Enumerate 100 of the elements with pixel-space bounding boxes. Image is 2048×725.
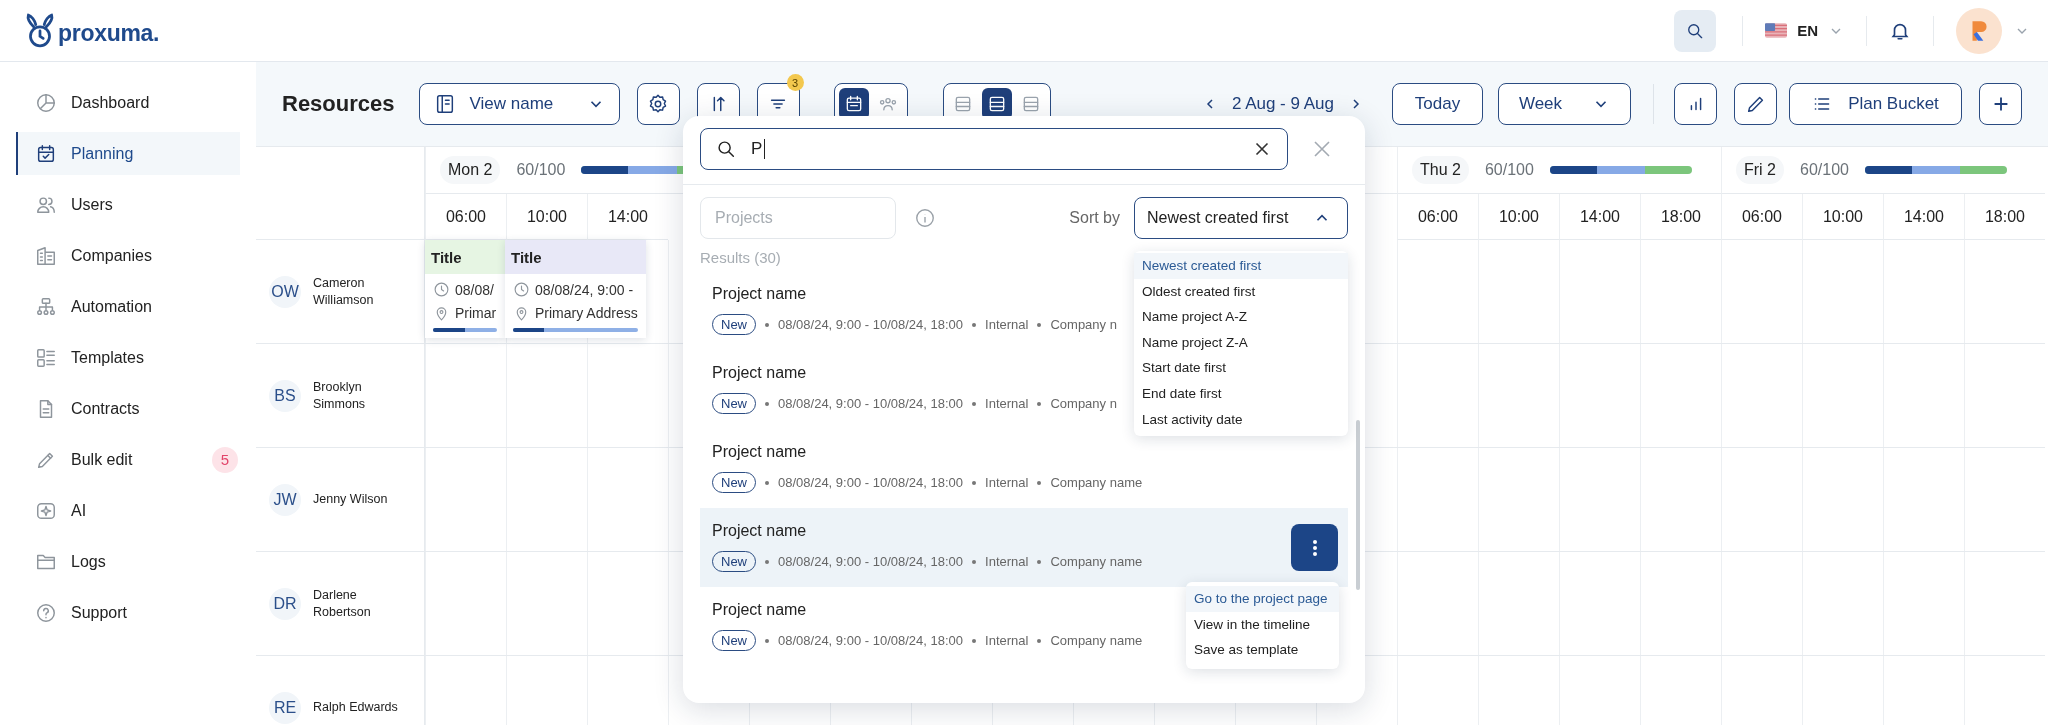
sidebar-item[interactable]: Companies [16, 234, 240, 277]
view-selector[interactable]: View name [418, 83, 620, 125]
search-icon [715, 138, 737, 160]
hour-cell: 14:00 [1559, 194, 1640, 240]
scope-field[interactable]: Projects [700, 197, 896, 239]
sort-select[interactable]: Newest created first [1134, 197, 1348, 239]
event-time: 08/08/24, 9:00 - [535, 281, 634, 298]
date-range: 08/08/24, 9:00 - 10/08/24, 18:00 [778, 317, 964, 332]
project-type: Internal [985, 317, 1029, 332]
date-range: 08/08/24, 9:00 - 10/08/24, 18:00 [778, 396, 964, 411]
project-name: Project name [712, 443, 807, 460]
dropdown-option[interactable]: Start date first [1134, 355, 1348, 381]
sidebar-item[interactable]: Templates [16, 336, 240, 379]
pie-chart-icon [35, 91, 57, 114]
resource-name: Cameron Williamson [313, 274, 375, 309]
chart-button[interactable] [1674, 83, 1717, 125]
progress-bar [433, 328, 497, 332]
event-time: 08/08/ [455, 281, 494, 298]
sidebar-item[interactable]: Logs [16, 540, 240, 583]
dropdown-option[interactable]: Name project Z-A [1134, 329, 1348, 356]
plan-bucket-button[interactable]: Plan Bucket [1789, 83, 1962, 125]
more-icon [1312, 539, 1317, 556]
project-name: Project name [712, 601, 807, 618]
sidebar-item[interactable]: Dashboard [16, 81, 240, 124]
project-type: Internal [985, 633, 1029, 648]
sidebar-item[interactable]: Users [16, 183, 240, 226]
sidebar-item[interactable]: Automation [16, 285, 240, 328]
event-card[interactable]: Title 08/08/24, 9:00 - Primary Address [505, 240, 646, 338]
avatar[interactable] [1956, 7, 2002, 54]
company-name: Company name [1050, 475, 1143, 490]
hour-cell: 06:00 [1721, 194, 1802, 240]
calendar-check-icon [35, 142, 57, 165]
edit-button[interactable] [1734, 83, 1777, 125]
sort-label: Sort by [1069, 209, 1120, 227]
layout-list-icon [35, 346, 57, 369]
hierarchy-icon [35, 295, 57, 318]
dropdown-option[interactable]: Oldest created first [1134, 278, 1348, 305]
date-range: 08/08/24, 9:00 - 10/08/24, 18:00 [778, 633, 964, 648]
dropdown-option[interactable]: End date first [1134, 380, 1348, 407]
day-label: Thu 2 [1412, 156, 1469, 184]
search-button[interactable] [1674, 9, 1717, 52]
event-address: Primary Address [535, 305, 638, 322]
day-label: Fri 2 [1736, 156, 1784, 184]
count-badge: 5 [212, 446, 238, 473]
sidebar-item[interactable]: Planning [16, 132, 240, 175]
clock-icon [513, 281, 530, 299]
sidebar-item[interactable]: Support [16, 591, 240, 634]
help-icon [35, 601, 57, 624]
project-type: Internal [985, 554, 1029, 569]
event-card[interactable]: Title 08/08/ Primar [425, 240, 505, 338]
dropdown-option[interactable]: Name project A-Z [1134, 304, 1348, 330]
date-range: 08/08/24, 9:00 - 10/08/24, 18:00 [778, 554, 964, 569]
avatar: DR [269, 587, 301, 620]
menu-item[interactable]: Save as template [1186, 637, 1339, 663]
settings-button[interactable] [636, 83, 680, 125]
event-title: Title [511, 248, 542, 266]
today-button[interactable]: Today [1392, 83, 1483, 125]
sidebar-item[interactable]: AI [16, 489, 240, 532]
dropdown-option[interactable]: Newest created first [1134, 253, 1348, 279]
search-field[interactable]: P [700, 128, 1288, 170]
more-button[interactable] [1291, 524, 1338, 571]
date-range: 2 Aug - 9 Aug [1231, 94, 1334, 114]
scrollbar[interactable] [1356, 420, 1360, 590]
sidebar-item[interactable]: Bulk edit 5 [16, 438, 240, 481]
menu-item[interactable]: View in the timeline [1186, 611, 1339, 638]
resource-name: Brooklyn Simmons [313, 378, 367, 413]
hour-cell: 14:00 [1883, 194, 1964, 240]
avatar: RE [269, 691, 301, 724]
hour-cell: 06:00 [1397, 194, 1478, 240]
gear-icon [647, 93, 669, 115]
hour-cell: 18:00 [1640, 194, 1721, 240]
logo-icon [24, 12, 56, 49]
event-address: Primar [455, 305, 497, 322]
count-badge: 3 [786, 74, 804, 91]
clock-icon [433, 281, 450, 299]
capacity-text: 60/100 [1484, 161, 1534, 179]
project-name: Project name [712, 285, 807, 302]
page-title: Resources [282, 91, 395, 117]
menu-item[interactable]: Go to the project page [1186, 586, 1339, 612]
resource-name: Ralph Edwards [313, 699, 399, 716]
resource-name: Jenny Wilson [313, 491, 389, 508]
project-type: Internal [985, 475, 1029, 490]
event-title: Title [431, 248, 462, 266]
date-range: 08/08/24, 9:00 - 10/08/24, 18:00 [778, 475, 964, 490]
capacity-text: 60/100 [516, 161, 566, 179]
flag-icon [1765, 23, 1788, 38]
avatar: BS [269, 379, 301, 412]
resource-name: Darlene Robertson [313, 586, 372, 621]
language-selector[interactable]: EN [1765, 22, 1844, 39]
capacity-text: 60/100 [1800, 161, 1849, 179]
sidebar-item[interactable]: Contracts [16, 387, 240, 430]
avatar: OW [269, 275, 301, 308]
add-button[interactable] [1979, 83, 2022, 125]
hour-cell: 10:00 [1802, 194, 1883, 240]
company-name: Company n [1050, 317, 1117, 332]
period-selector[interactable]: Week [1498, 83, 1631, 125]
company-name: Company name [1050, 633, 1143, 648]
avatar: JW [269, 483, 301, 516]
info-icon[interactable] [914, 207, 936, 229]
project-name: Project name [712, 364, 807, 381]
